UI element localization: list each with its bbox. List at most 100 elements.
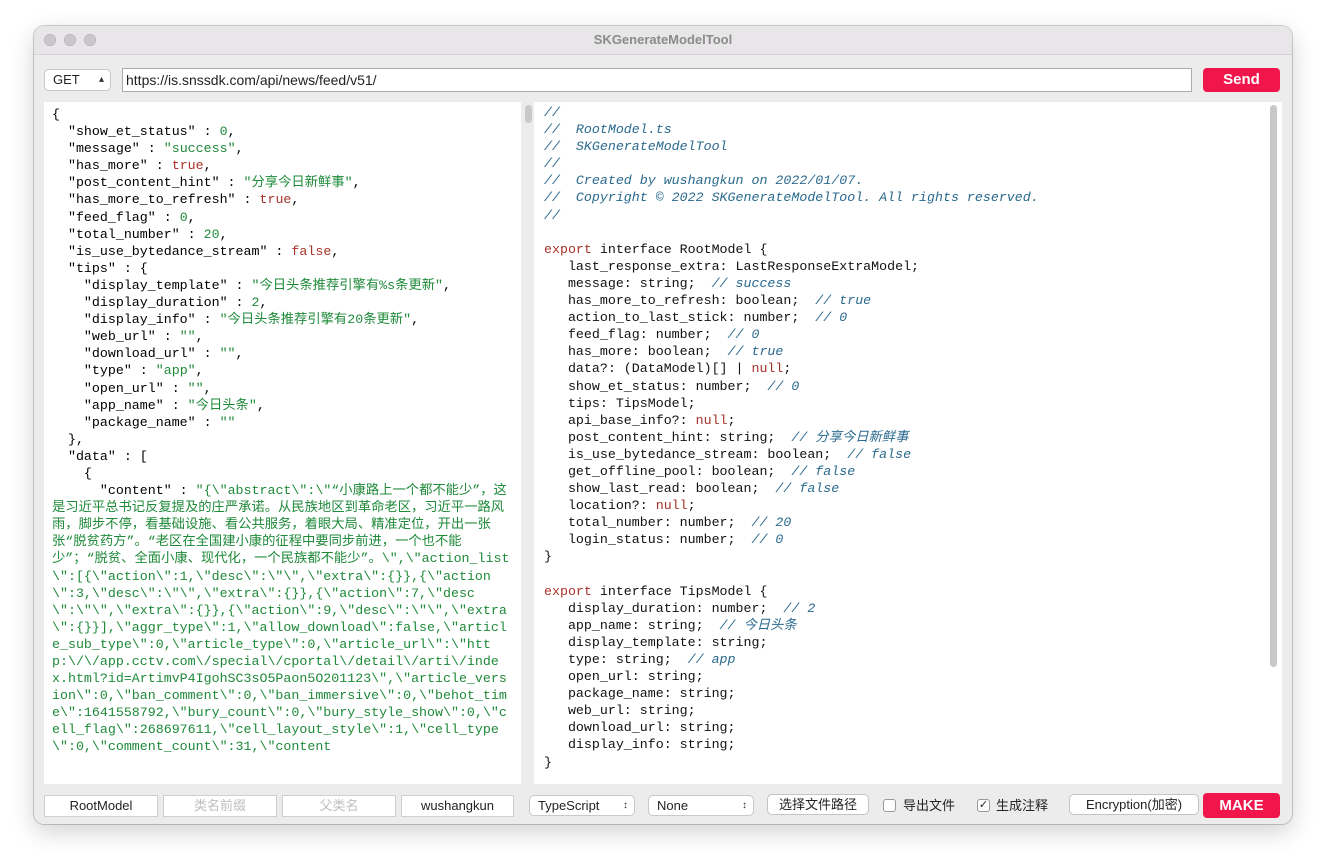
json-number: 20	[203, 226, 220, 242]
class-prefix-input[interactable]: 类名前缀	[163, 795, 277, 817]
json-input-pane[interactable]: { "show_et_status" : 0, "message" : "suc…	[44, 102, 521, 784]
json-line: "show_et_status" : 0,	[67, 124, 236, 140]
interface-field: display_duration: number; // 2	[544, 600, 816, 616]
interface-declaration: interface RootModel {	[591, 241, 768, 257]
json-line: "content" :	[99, 483, 188, 499]
header-comment-line: //	[544, 105, 560, 120]
json-pane-scrollbar[interactable]	[525, 105, 532, 123]
option-select[interactable]: None ↕	[648, 795, 754, 816]
interface-field: web_url: string;	[544, 703, 696, 719]
field-comment: // false	[775, 463, 856, 479]
parent-class-input[interactable]: 父类名	[282, 795, 396, 817]
json-string: "app"	[155, 363, 196, 379]
interface-field: show_et_status: number; // 0	[544, 378, 800, 394]
json-string: "今日头条推荐引擎有20条更新"	[219, 312, 412, 328]
field-comment: // 分享今日新鲜事	[775, 429, 909, 445]
header-comment-line: //	[544, 207, 560, 223]
interface-field: total_number: number; // 20	[544, 515, 792, 531]
json-line: "display_template" : "今日头条推荐引擎有%s条更新",	[83, 277, 451, 293]
null-keyword: null	[695, 412, 728, 428]
http-method-select[interactable]: GET ▴	[44, 69, 111, 91]
field-comment: // 0	[751, 378, 800, 394]
field-comment: // 2	[767, 600, 816, 616]
header-comment-line: // Created by wushangkun on 2022/01/07.	[544, 173, 864, 189]
json-line: "open_url" : "",	[83, 380, 212, 396]
json-string: ""	[187, 380, 204, 396]
json-line: "has_more_to_refresh" : true,	[67, 192, 300, 208]
choose-file-path-button[interactable]: 选择文件路径	[767, 794, 869, 815]
interface-declaration: interface TipsModel {	[591, 583, 768, 599]
interface-field: data?: (DataModel)[] | null;	[544, 361, 792, 377]
json-line: "app_name" : "今日头条",	[83, 397, 265, 413]
json-line: "display_info" : "今日头条推荐引擎有20条更新",	[83, 312, 420, 328]
json-line: "web_url" : "",	[83, 329, 204, 345]
json-line: },	[52, 431, 84, 447]
interface-field: action_to_last_stick: number; // 0	[544, 310, 848, 326]
interface-field: app_name: string; // 今日头条	[544, 617, 797, 633]
model-output-pane[interactable]: // // RootModel.ts // SKGenerateModelToo…	[534, 102, 1282, 784]
language-select[interactable]: TypeScript ↕	[529, 795, 635, 816]
interface-field: display_template: string;	[544, 634, 768, 650]
export-file-checkbox[interactable]	[883, 799, 896, 812]
author-input[interactable]: wushangkun	[401, 795, 514, 817]
header-comment-line: // SKGenerateModelTool	[544, 139, 728, 155]
header-comment-line: //	[544, 156, 560, 172]
interface-field: download_url: string;	[544, 720, 736, 736]
generate-comment-label: 生成注释	[996, 798, 1049, 813]
interface-field: last_response_extra: LastResponseExtraMo…	[544, 258, 920, 274]
interface-field: package_name: string;	[544, 686, 736, 702]
json-line: "total_number" : 20,	[67, 226, 228, 242]
json-string: "今日头条推荐引擎有%s条更新"	[251, 277, 443, 293]
field-comment: // 0	[799, 310, 848, 326]
field-comment: // 0	[735, 532, 784, 548]
export-keyword: export	[544, 241, 592, 257]
interface-field: has_more: boolean; // true	[544, 344, 784, 360]
field-comment: // success	[695, 275, 792, 291]
field-comment: // true	[711, 344, 784, 360]
url-input[interactable]: https://is.snssdk.com/api/news/feed/v51/	[122, 68, 1192, 92]
json-line: "has_more" : true,	[67, 158, 212, 174]
json-line: "message" : "success",	[67, 141, 244, 157]
header-comment-line: // RootModel.ts	[544, 122, 672, 138]
interface-field: display_info: string;	[544, 737, 736, 753]
output-pane-scrollbar[interactable]	[1270, 105, 1277, 667]
up-down-chevron-icon: ↕	[623, 800, 628, 811]
field-comment: // false	[759, 481, 840, 497]
json-line: "is_use_bytedance_stream" : false,	[67, 243, 340, 259]
json-number: 0	[179, 209, 188, 225]
json-line: "data" : [	[67, 448, 148, 464]
app-window: SKGenerateModelTool GET ▴ https://is.sns…	[34, 26, 1292, 824]
content-string-value: "{\"abstract\":\"“小康路上一个都不能少”，这是习近平总书记反复…	[52, 483, 510, 755]
json-string: ""	[219, 346, 236, 362]
root-model-name-input[interactable]: RootModel	[44, 795, 158, 817]
option-value: None	[657, 798, 689, 813]
json-input-text[interactable]: { "show_et_status" : 0, "message" : "suc…	[44, 102, 514, 756]
json-line: "feed_flag" : 0,	[67, 209, 196, 225]
up-down-chevron-icon: ▴	[98, 74, 104, 85]
json-literal: false	[291, 243, 332, 259]
title-bar: SKGenerateModelTool	[34, 26, 1292, 55]
interface-field: is_use_bytedance_stream: boolean; // fal…	[544, 446, 912, 462]
json-string: "分享今日新鲜事"	[243, 175, 353, 191]
json-line: "display_duration" : 2,	[83, 295, 268, 311]
json-string: "今日头条"	[187, 397, 257, 413]
interface-field: get_offline_pool: boolean; // false	[544, 463, 856, 479]
json-line: "package_name" : ""	[83, 414, 236, 430]
interface-field: message: string; // success	[544, 275, 792, 291]
generated-code-text[interactable]: // // RootModel.ts // SKGenerateModelToo…	[534, 102, 1282, 771]
make-button[interactable]: MAKE	[1203, 793, 1280, 818]
encryption-button[interactable]: Encryption(加密)	[1069, 794, 1199, 815]
interface-field: show_last_read: boolean; // false	[544, 481, 840, 497]
check-icon: ✓	[978, 799, 989, 811]
interface-field: tips: TipsModel;	[544, 395, 696, 411]
send-button[interactable]: Send	[1203, 68, 1280, 92]
generate-comment-checkbox[interactable]: ✓	[977, 799, 990, 812]
interface-field: api_base_info?: null;	[544, 412, 736, 428]
json-line: "post_content_hint" : "分享今日新鲜事",	[67, 175, 361, 191]
json-literal: true	[171, 158, 204, 174]
interface-field: login_status: number; // 0	[544, 532, 784, 548]
field-comment: // true	[799, 293, 872, 309]
json-line: "download_url" : "",	[83, 346, 244, 362]
json-literal: true	[259, 192, 292, 208]
json-line: {	[52, 107, 60, 122]
